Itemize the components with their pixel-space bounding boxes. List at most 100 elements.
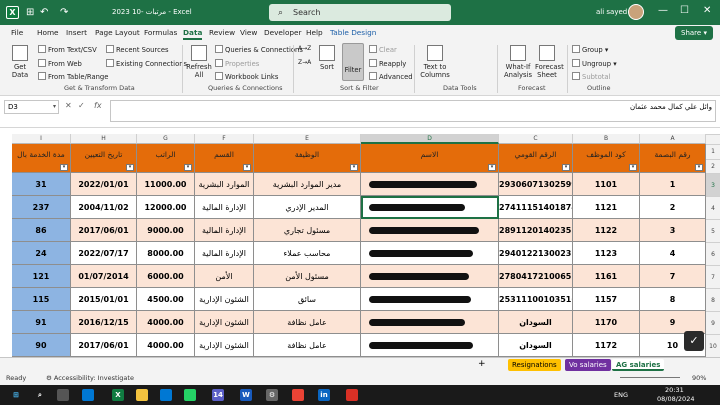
- table-cell[interactable]: الشئون الإدارية: [195, 311, 254, 334]
- sheet-tab-resignations[interactable]: Resignations: [508, 359, 561, 371]
- table-cell[interactable]: 4000.00: [137, 311, 195, 334]
- get-data-button[interactable]: Get Data: [6, 45, 34, 79]
- table-cell[interactable]: 2: [640, 196, 706, 219]
- table-header-cell[interactable]: الراتب ▾: [137, 144, 195, 173]
- table-cell[interactable]: الإدارة المالية: [195, 219, 254, 242]
- table-cell[interactable]: 24: [12, 242, 71, 265]
- table-cell[interactable]: 4500.00: [137, 288, 195, 311]
- table-cell[interactable]: 1161: [573, 265, 640, 288]
- table-cell[interactable]: 01/07/2014: [71, 265, 137, 288]
- from-web-button[interactable]: From Web: [38, 59, 82, 68]
- file-explorer-icon[interactable]: [136, 389, 148, 401]
- table-cell[interactable]: 2015/01/01: [71, 288, 137, 311]
- table-cell[interactable]: 1170: [573, 311, 640, 334]
- sort-descending-button[interactable]: Z→A: [298, 59, 311, 66]
- pdf-icon[interactable]: [346, 389, 358, 401]
- filter-dropdown-icon[interactable]: ▾: [126, 164, 134, 171]
- table-cell[interactable]: 11000.00: [137, 173, 195, 196]
- queries-connections-button[interactable]: Queries & Connections: [215, 45, 303, 54]
- table-cell[interactable]: 31: [12, 173, 71, 196]
- column-header[interactable]: A: [640, 134, 706, 144]
- table-cell[interactable]: 9000.00: [137, 219, 195, 242]
- cancel-icon[interactable]: ✕: [65, 101, 72, 110]
- close-button[interactable]: ✕: [703, 5, 711, 16]
- excel-taskbar-icon[interactable]: X: [112, 389, 124, 401]
- settings-icon[interactable]: ⚙: [266, 389, 278, 401]
- table-cell[interactable]: المدير الإدري: [254, 196, 361, 219]
- filter-dropdown-icon[interactable]: ▾: [243, 164, 251, 171]
- tab-insert[interactable]: Insert: [66, 28, 87, 37]
- tab-data[interactable]: Data: [183, 28, 203, 40]
- table-cell[interactable]: [361, 196, 499, 219]
- table-cell[interactable]: الإدارة المالية: [195, 196, 254, 219]
- tab-developer[interactable]: Developer: [264, 28, 302, 37]
- existing-connections-button[interactable]: Existing Connections: [106, 59, 187, 68]
- table-cell[interactable]: 25311100103516: [499, 288, 573, 311]
- table-cell[interactable]: [361, 219, 499, 242]
- tab-review[interactable]: Review: [209, 28, 235, 37]
- column-header[interactable]: D: [361, 134, 499, 144]
- table-cell[interactable]: 7: [640, 265, 706, 288]
- ungroup-button[interactable]: Ungroup ▾: [572, 59, 617, 68]
- table-header-cell[interactable]: الرقم القومي ▾: [499, 144, 573, 173]
- table-header-cell[interactable]: القسم ▾: [195, 144, 254, 173]
- table-cell[interactable]: سائق: [254, 288, 361, 311]
- table-cell[interactable]: 2004/11/02: [71, 196, 137, 219]
- sort-button[interactable]: Sort: [317, 45, 337, 71]
- refresh-all-button[interactable]: Refresh All: [186, 45, 212, 79]
- table-cell[interactable]: 115: [12, 288, 71, 311]
- table-cell[interactable]: 90: [12, 334, 71, 357]
- filter-dropdown-icon[interactable]: ▾: [562, 164, 570, 171]
- table-cell[interactable]: 27804172100655: [499, 265, 573, 288]
- table-cell[interactable]: 2017/06/01: [71, 219, 137, 242]
- from-text-button[interactable]: From Text/CSV: [38, 45, 97, 54]
- table-cell[interactable]: 6000.00: [137, 265, 195, 288]
- row-header[interactable]: 3: [706, 173, 720, 196]
- table-header-cell[interactable]: الاسم ▾: [361, 144, 499, 173]
- workbook-links-button[interactable]: Workbook Links: [215, 72, 278, 81]
- table-cell[interactable]: 8: [640, 288, 706, 311]
- user-name[interactable]: ali sayed: [596, 8, 627, 16]
- table-cell[interactable]: مدير الموارد البشرية: [254, 173, 361, 196]
- table-cell[interactable]: 2022/01/01: [71, 173, 137, 196]
- filter-dropdown-icon[interactable]: ▾: [695, 164, 703, 171]
- table-cell[interactable]: 29401221300231: [499, 242, 573, 265]
- table-cell[interactable]: 1: [640, 173, 706, 196]
- worksheet-grid[interactable]: A B C D E F G H I 1 2 3 4 5 6 7 8 9 10 رقم البصمة ▾ كود الموظ…: [0, 134, 720, 357]
- accessibility-status[interactable]: ⚙ Accessibility: Investigate: [46, 374, 134, 382]
- tab-home[interactable]: Home: [37, 28, 59, 37]
- zoom-level[interactable]: 90%: [692, 374, 706, 382]
- table-cell[interactable]: 4000.00: [137, 334, 195, 357]
- text-to-columns-button[interactable]: Text to Columns: [420, 45, 450, 79]
- formula-input[interactable]: وائل علي كمال محمد عثمان: [110, 100, 716, 122]
- redo-icon[interactable]: ↷: [60, 6, 68, 19]
- word-icon[interactable]: W: [240, 389, 252, 401]
- clear-button[interactable]: Clear: [369, 45, 397, 54]
- table-cell[interactable]: 12000.00: [137, 196, 195, 219]
- table-cell[interactable]: 86: [12, 219, 71, 242]
- table-cell[interactable]: عامل نظافة: [254, 311, 361, 334]
- filter-dropdown-icon[interactable]: ▾: [488, 164, 496, 171]
- table-cell[interactable]: 28911201402351: [499, 219, 573, 242]
- table-cell[interactable]: [361, 334, 499, 357]
- table-cell[interactable]: السودان: [499, 311, 573, 334]
- table-cell[interactable]: الموارد البشرية: [195, 173, 254, 196]
- tab-view[interactable]: View: [240, 28, 257, 37]
- table-cell[interactable]: 1123: [573, 242, 640, 265]
- name-box[interactable]: D3 ▾: [4, 100, 59, 114]
- row-header[interactable]: 2: [706, 158, 720, 173]
- check-icon[interactable]: ✓: [684, 331, 704, 351]
- task-view-icon[interactable]: [57, 389, 69, 401]
- windows-start-icon[interactable]: ⊞: [10, 389, 22, 401]
- column-header[interactable]: C: [499, 134, 573, 144]
- table-cell[interactable]: 1101: [573, 173, 640, 196]
- table-cell[interactable]: 29306071302599: [499, 173, 573, 196]
- add-sheet-icon[interactable]: +: [478, 359, 486, 369]
- table-cell[interactable]: 91: [12, 311, 71, 334]
- row-header[interactable]: 6: [706, 242, 720, 265]
- from-table-button[interactable]: From Table/Range: [38, 72, 108, 81]
- table-header-cell[interactable]: كود الموظف ▾: [573, 144, 640, 173]
- table-cell[interactable]: 2022/07/17: [71, 242, 137, 265]
- reapply-button[interactable]: Reapply: [369, 59, 406, 68]
- column-header[interactable]: F: [195, 134, 254, 144]
